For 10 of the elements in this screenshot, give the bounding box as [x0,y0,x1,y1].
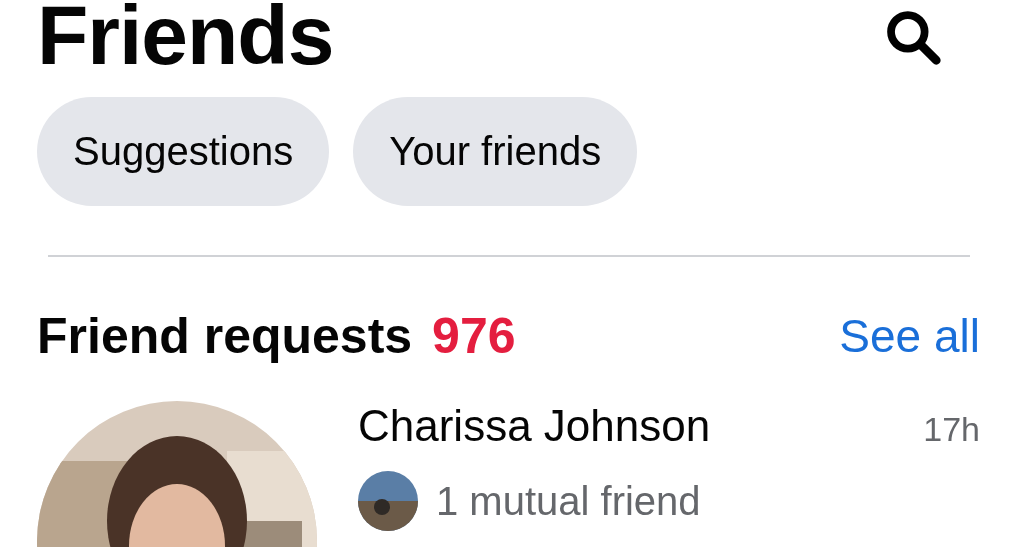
filter-chip[interactable]: Your friends [353,97,638,206]
request-time: 17h [923,410,980,449]
page-title: Friends [37,0,334,77]
section-title: Friend requests [37,307,413,365]
filter-chip[interactable]: Suggestions [37,97,330,206]
mutual-friends-text: 1 mutual friend [436,478,701,524]
person-name[interactable]: Charissa Johnson [358,401,711,451]
see-all-link[interactable]: See all [839,309,980,363]
avatar-icon [358,471,418,531]
request-count: 976 [432,307,516,365]
